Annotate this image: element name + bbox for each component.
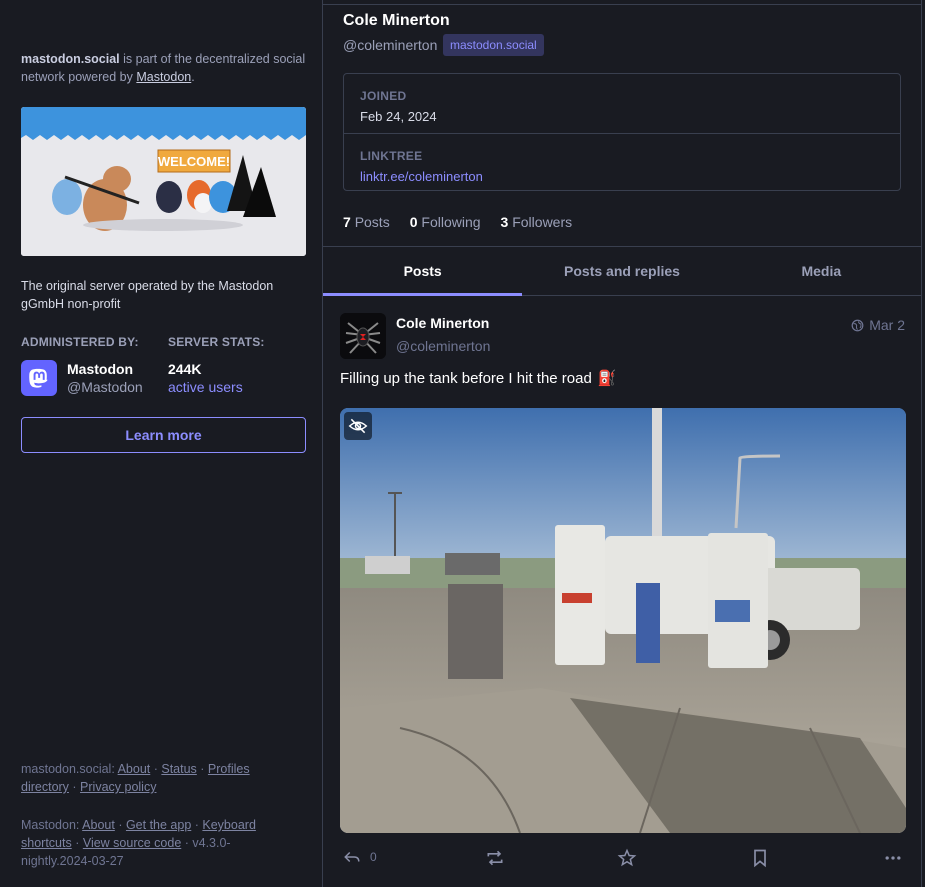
following-count-number: 0 — [409, 214, 418, 230]
following-count[interactable]: 0 Following — [410, 214, 481, 230]
star-icon — [617, 848, 637, 867]
footer-privacy-link[interactable]: Privacy policy — [80, 780, 156, 794]
status-author-handle: @coleminerton — [396, 338, 491, 354]
profile-counts: 7 Posts 0 Following 3 Followers — [343, 214, 572, 230]
bookmark-button[interactable] — [750, 848, 770, 868]
status-text: Filling up the tank before I hit the roa… — [340, 369, 592, 387]
status-action-bar: 0 — [323, 848, 921, 874]
admin-avatar[interactable] — [21, 360, 57, 396]
followers-count[interactable]: 3 Followers — [501, 214, 573, 230]
field-label: JOINED — [360, 89, 407, 103]
active-users-count: 244K — [168, 361, 202, 377]
gas-station-photo — [340, 408, 906, 833]
status-timestamp[interactable]: Mar 2 — [851, 317, 905, 333]
bookmark-icon — [754, 849, 766, 868]
followers-count-number: 3 — [500, 214, 509, 230]
learn-more-button[interactable]: Learn more — [21, 417, 306, 453]
profile-column: Cole Minerton @coleminerton mastodon.soc… — [322, 0, 922, 887]
field-linktree: LINKTREE linktr.ee/coleminerton — [344, 133, 900, 192]
footer-mastodon-about-link[interactable]: About — [82, 818, 115, 832]
tab-media[interactable]: Media — [722, 247, 921, 295]
footer-get-app-link[interactable]: Get the app — [126, 818, 191, 832]
favourite-button[interactable] — [616, 848, 638, 868]
intro-period: . — [191, 70, 195, 84]
reply-icon — [344, 851, 360, 863]
eye-slash-icon — [348, 418, 368, 434]
mastodon-logo-icon — [29, 368, 48, 388]
tab-posts-and-replies[interactable]: Posts and replies — [522, 247, 721, 295]
globe-icon — [851, 319, 864, 331]
posts-count-label: Posts — [354, 214, 390, 230]
welcome-sign: WELCOME! — [158, 154, 230, 169]
profile-handle: @coleminerton — [343, 37, 438, 53]
tab-posts[interactable]: Posts — [323, 247, 523, 296]
mastodon-link[interactable]: Mastodon — [136, 70, 191, 84]
status-content: Filling up the tank before I hit the roa… — [340, 369, 617, 388]
server-footer-links: mastodon.social: About · Status · Profil… — [21, 762, 250, 794]
more-button[interactable] — [883, 848, 903, 868]
following-count-label: Following — [421, 214, 481, 230]
followers-count-label: Followers — [512, 214, 573, 230]
footer-server-name: mastodon.social — [21, 762, 112, 776]
active-users-label: active users — [168, 379, 243, 395]
boost-icon — [487, 850, 503, 866]
footer-status-link[interactable]: Status — [161, 762, 196, 776]
profile-fields: JOINED Feb 24, 2024 LINKTREE linktr.ee/c… — [343, 73, 901, 191]
status-avatar[interactable] — [340, 313, 386, 359]
administered-by-label: ADMINISTERED BY: — [21, 335, 139, 349]
admin-handle: @Mastodon — [67, 379, 143, 395]
server-description: The original server operated by the Mast… — [21, 279, 274, 311]
footer-source-code-link[interactable]: View source code — [83, 836, 181, 850]
footer-about-link[interactable]: About — [118, 762, 151, 776]
field-joined: JOINED Feb 24, 2024 — [344, 74, 900, 133]
reply-count: 0 — [370, 850, 377, 864]
status-author-name[interactable]: Cole Minerton — [396, 315, 489, 331]
server-sidebar: mastodon.social is part of the decentral… — [0, 0, 322, 887]
top-divider — [323, 4, 921, 5]
server-name: mastodon.social — [21, 52, 120, 66]
more-icon — [885, 856, 901, 860]
domain-badge: mastodon.social — [443, 34, 544, 56]
field-value: Feb 24, 2024 — [360, 109, 437, 124]
linktree-link[interactable]: linktr.ee/coleminerton — [360, 169, 884, 184]
mastodon-footer-links: Mastodon: About · Get the app · Keyboard… — [21, 818, 256, 868]
profile-tabs: Posts Posts and replies Media — [323, 246, 921, 296]
footer-mastodon-name: Mastodon — [21, 818, 76, 832]
posts-count-number: 7 — [343, 214, 351, 230]
server-hero-image: WELCOME! — [21, 107, 306, 256]
boost-button[interactable] — [484, 848, 506, 868]
server-intro: mastodon.social is part of the decentral… — [21, 50, 306, 86]
reply-button[interactable]: 0 — [342, 848, 377, 866]
hide-media-button[interactable] — [344, 412, 372, 440]
admin-name[interactable]: Mastodon — [67, 361, 133, 377]
server-stats-label: SERVER STATS: — [168, 335, 265, 349]
status-time-text: Mar 2 — [869, 317, 905, 333]
status-media-photo[interactable] — [340, 408, 906, 833]
posts-count[interactable]: 7 Posts — [343, 214, 390, 230]
fuel-pump-emoji: ⛽ — [597, 370, 617, 387]
field-label: LINKTREE — [360, 149, 423, 163]
profile-display-name: Cole Minerton — [343, 12, 450, 29]
